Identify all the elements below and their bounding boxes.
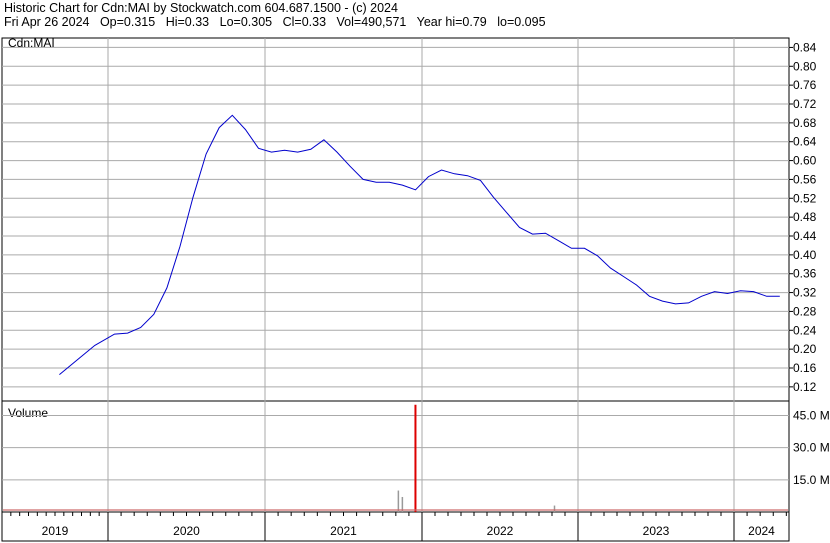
chart-title: Historic Chart for Cdn:MAI by Stockwatch…: [4, 1, 398, 15]
chart-symbol-label: Cdn:MAI: [8, 36, 55, 50]
y-tick-label: 0.48: [793, 210, 817, 224]
y-tick-label: 0.12: [793, 380, 817, 394]
y-tick-label: 0.64: [793, 135, 817, 149]
x-tick-label: 2024: [748, 524, 775, 538]
y-tick-label: 0.60: [793, 154, 817, 168]
x-tick-label: 2022: [487, 524, 514, 538]
y-tick-label: 0.52: [793, 191, 817, 205]
x-tick-label: 2020: [173, 524, 200, 538]
quote-year-low: lo=0.095: [497, 15, 546, 29]
quote-year-high: Year hi=0.79: [416, 15, 487, 29]
x-tick-label: 2021: [330, 524, 357, 538]
y-tick-label: 0.56: [793, 172, 817, 186]
x-tick-label: 2023: [643, 524, 670, 538]
quote-volume: Vol=490,571: [336, 15, 407, 29]
y-tick-label: 0.44: [793, 229, 817, 243]
volume-panel-label: Volume: [8, 406, 48, 420]
volume-tick-label: 45.0 M: [793, 408, 830, 422]
quote-low: Lo=0.305: [219, 15, 273, 29]
quote-high: Hi=0.33: [165, 15, 210, 29]
y-tick-label: 0.32: [793, 286, 817, 300]
volume-tick-label: 30.0 M: [793, 441, 830, 455]
y-tick-label: 0.24: [793, 323, 817, 337]
quote-date: Fri Apr 26 2024: [4, 15, 90, 29]
date-axis-frame: [1, 511, 790, 542]
quote-summary: Fri Apr 26 2024 Op=0.315 Hi=0.33 Lo=0.30…: [4, 15, 553, 29]
y-tick-label: 0.68: [793, 116, 817, 130]
y-tick-label: 0.20: [793, 342, 817, 356]
y-tick-label: 0.80: [793, 59, 817, 73]
y-tick-label: 0.40: [793, 248, 817, 262]
volume-tick-label: 15.0 M: [793, 473, 830, 487]
y-tick-label: 0.16: [793, 361, 817, 375]
volume-baseline-bars: [3, 509, 788, 511]
price-panel-frame: [1, 37, 790, 402]
quote-open: Op=0.315: [99, 15, 156, 29]
quote-close: Cl=0.33: [282, 15, 327, 29]
y-tick-label: 0.72: [793, 97, 817, 111]
stock-chart: 2019 2020 2021 2022 2023 2024 0.84 0.80 0.76 0.72…: [1, 36, 830, 542]
x-tick-label: 2019: [42, 524, 69, 538]
y-tick-label: 0.84: [793, 40, 817, 54]
y-tick-label: 0.28: [793, 304, 817, 318]
chart-header: Historic Chart for Cdn:MAI by Stockwatch…: [0, 0, 830, 30]
y-tick-label: 0.36: [793, 267, 817, 281]
volume-panel-frame: [1, 400, 790, 513]
y-tick-label: 0.76: [793, 78, 817, 92]
